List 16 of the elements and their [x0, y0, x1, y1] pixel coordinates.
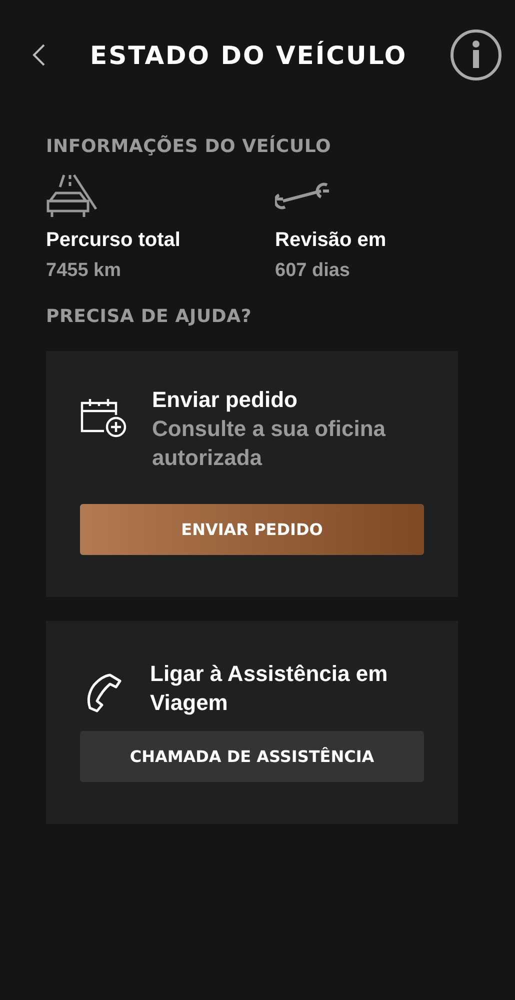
section-title: PRECISA DE AJUDA?: [46, 306, 253, 327]
back-icon[interactable]: [32, 43, 46, 67]
calendar-plus-icon: [80, 397, 128, 439]
call-assistance-button[interactable]: CHAMADA DE ASSISTÊNCIA: [80, 731, 424, 782]
info-value: 7455 km: [46, 260, 122, 282]
info-icon[interactable]: [450, 29, 502, 81]
car-on-road-icon: [46, 173, 98, 219]
screen-title: ESTADO DO VEÍCULO: [90, 40, 408, 70]
info-label: Percurso total: [46, 229, 182, 252]
card-title: Enviar pedido: [152, 386, 298, 414]
card-title: Ligar à Assistência em Viagem: [150, 660, 389, 717]
card-subtitle: Consulte a sua oficina autorizada: [152, 415, 387, 472]
info-value: 607 dias: [275, 260, 351, 282]
send-request-button[interactable]: ENVIAR PEDIDO: [80, 504, 424, 555]
section-title: INFORMAÇÕES DO VEÍCULO: [46, 136, 332, 157]
info-label: Revisão em: [275, 229, 388, 252]
